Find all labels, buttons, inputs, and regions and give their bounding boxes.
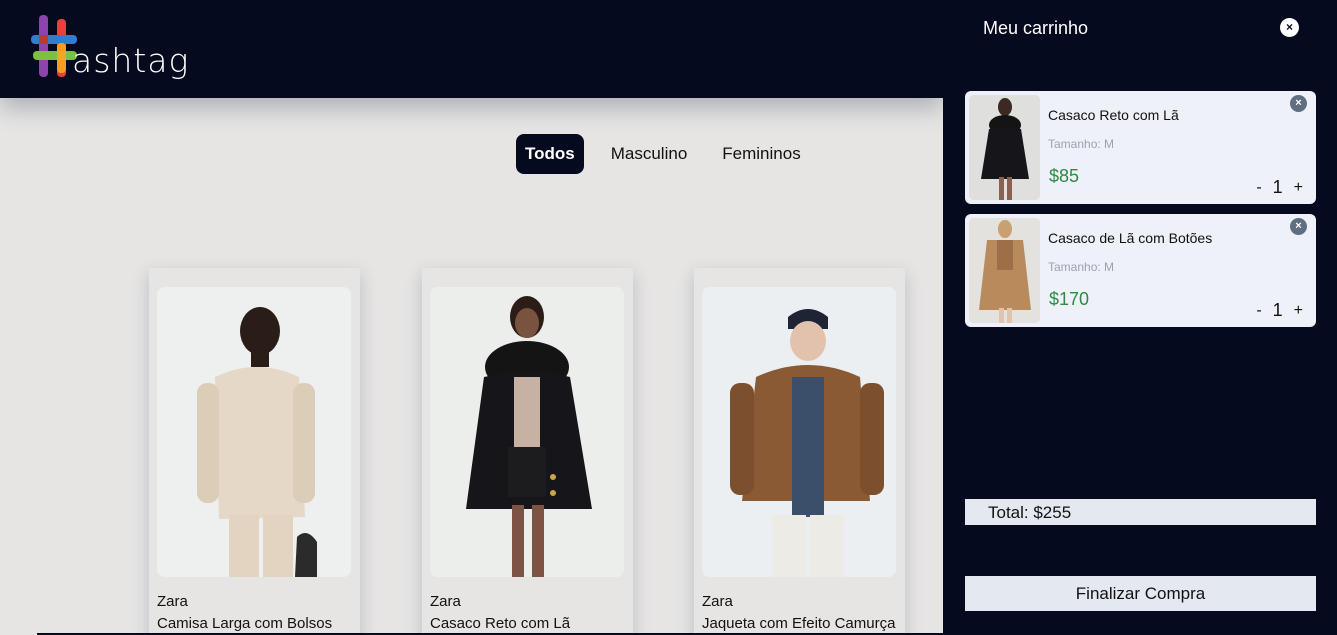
cart-item-name: Casaco Reto com Lã bbox=[1048, 107, 1179, 123]
filter-masculino[interactable]: Masculino bbox=[602, 134, 697, 174]
increase-quantity-button[interactable]: + bbox=[1291, 179, 1306, 197]
product-name: Casaco Reto com Lã bbox=[430, 615, 571, 632]
cart-item: Casaco de Lã com Botões Tamanho: M $170 … bbox=[965, 214, 1316, 327]
cart-item-size: Tamanho: M bbox=[1048, 260, 1115, 274]
cart-item-size: Tamanho: M bbox=[1048, 137, 1115, 151]
close-cart-icon[interactable]: × bbox=[1280, 18, 1299, 37]
cart-item-name: Casaco de Lã com Botões bbox=[1048, 230, 1213, 246]
product-brand: Zara bbox=[157, 593, 188, 610]
quantity-stepper: - 1 + bbox=[1253, 177, 1306, 198]
quantity-stepper: - 1 + bbox=[1253, 300, 1306, 321]
cart-item-price: $85 bbox=[1049, 166, 1080, 186]
product-card[interactable]: Zara Camisa Larga com Bolsos bbox=[149, 268, 360, 635]
woman-black-coat-photo-icon bbox=[430, 287, 624, 577]
product-card[interactable]: Zara Jaqueta com Efeito Camurça bbox=[694, 268, 905, 635]
filter-todos[interactable]: Todos bbox=[516, 134, 584, 174]
quantity-value: 1 bbox=[1272, 177, 1283, 197]
hashtag-logo[interactable]: ashtag bbox=[31, 13, 188, 81]
cart-sidebar: Meu carrinho × Casaco Reto com Lã Tamanh… bbox=[943, 0, 1337, 635]
product-name: Camisa Larga com Bolsos bbox=[157, 615, 333, 632]
decrease-quantity-button[interactable]: - bbox=[1253, 179, 1264, 197]
man-brown-jacket-photo-icon bbox=[702, 287, 896, 577]
remove-item-icon[interactable]: × bbox=[1290, 218, 1307, 235]
cart-title: Meu carrinho bbox=[983, 18, 1089, 38]
checkout-button[interactable]: Finalizar Compra bbox=[965, 576, 1316, 611]
product-name: Jaqueta com Efeito Camurça bbox=[702, 615, 896, 632]
woman-black-coat-thumbnail-icon bbox=[969, 95, 1040, 200]
site-header: ashtag bbox=[0, 0, 943, 98]
cart-item-thumbnail bbox=[969, 218, 1040, 323]
product-photo[interactable] bbox=[702, 287, 896, 577]
woman-camel-coat-thumbnail-icon bbox=[969, 218, 1040, 323]
product-brand: Zara bbox=[430, 593, 461, 610]
logo-text: ashtag bbox=[72, 41, 190, 80]
quantity-value: 1 bbox=[1272, 300, 1283, 320]
cart-total: Total: $255 bbox=[965, 499, 1316, 525]
cart-item: Casaco Reto com Lã Tamanho: M $85 × - 1 … bbox=[965, 91, 1316, 204]
category-filters: Todos Masculino Femininos bbox=[516, 134, 827, 174]
product-photo[interactable] bbox=[157, 287, 351, 577]
product-brand: Zara bbox=[702, 593, 733, 610]
filter-femininos[interactable]: Femininos bbox=[713, 134, 809, 174]
remove-item-icon[interactable]: × bbox=[1290, 95, 1307, 112]
product-photo[interactable] bbox=[430, 287, 624, 577]
cart-item-price: $170 bbox=[1049, 289, 1090, 309]
decrease-quantity-button[interactable]: - bbox=[1253, 302, 1264, 320]
man-cream-shirt-photo-icon bbox=[157, 287, 351, 577]
cart-item-thumbnail bbox=[969, 95, 1040, 200]
increase-quantity-button[interactable]: + bbox=[1291, 302, 1306, 320]
product-card[interactable]: Zara Casaco Reto com Lã bbox=[422, 268, 633, 635]
